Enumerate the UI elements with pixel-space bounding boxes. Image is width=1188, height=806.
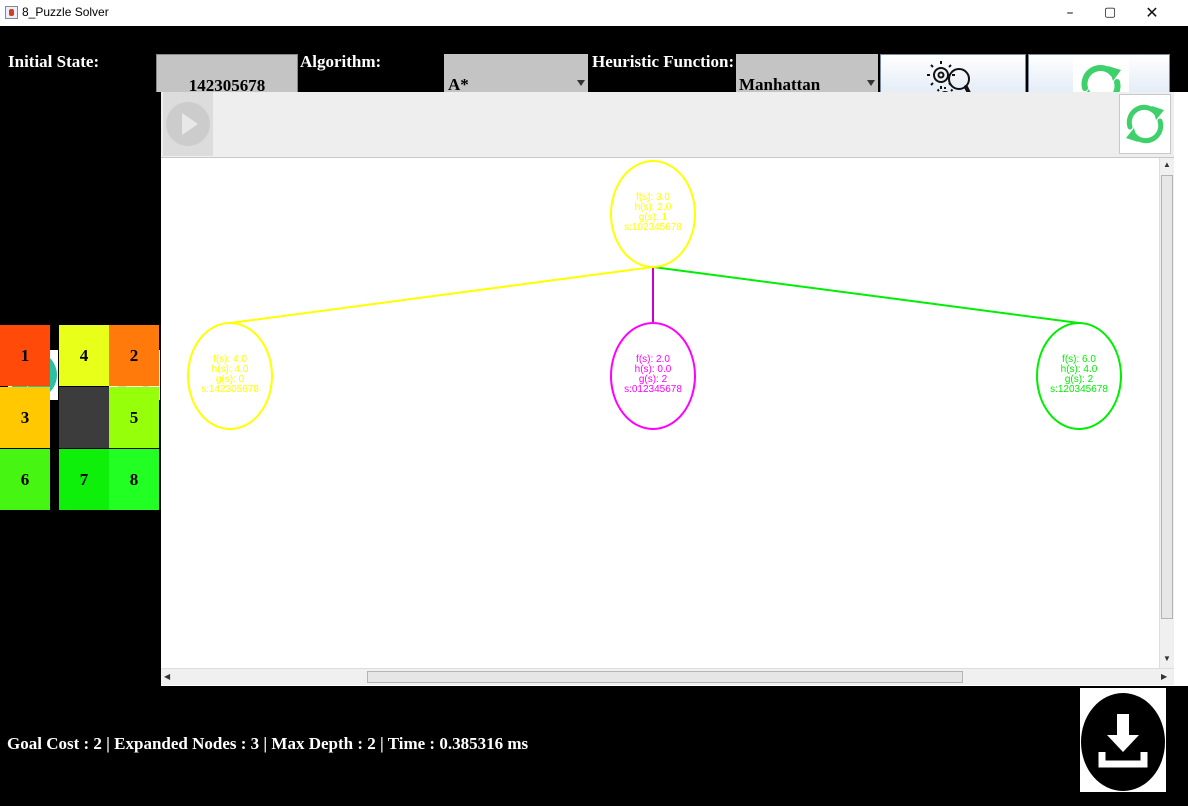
node-s-value: s:012345678 — [624, 384, 682, 395]
tree-edge-root-left — [229, 266, 654, 324]
scroll-left-icon[interactable]: ◀ — [164, 672, 170, 682]
search-tree-canvas: f(s): 3.0 h(s): 2.0 g(s): 1 s:102345678 f(s)… — [161, 158, 1159, 668]
left-panel: 14235678 — [0, 92, 161, 686]
scroll-down-icon[interactable]: ▼ — [1163, 654, 1171, 664]
puzzle-tile-1[interactable]: 1 — [0, 325, 50, 386]
refresh-icon — [1126, 104, 1164, 144]
tree-reset-button[interactable] — [1119, 94, 1171, 154]
tree-node-text: f(s): 6.0 h(s): 4.0 g(s): 2 s:120345678 — [1029, 355, 1129, 395]
java-app-icon — [5, 6, 18, 19]
download-button[interactable] — [1080, 688, 1166, 792]
play-icon — [166, 102, 210, 146]
tree-toolbar — [161, 92, 1174, 158]
puzzle-tile-7[interactable]: 7 — [59, 449, 109, 510]
tree-node-text: f(s): 2.0 h(s): 0.0 g(s): 2 s:012345678 — [603, 355, 703, 395]
top-toolbar: Initial State: 142305678 Algorithm: A* H… — [0, 26, 1188, 116]
scroll-right-icon[interactable]: ▶ — [1161, 672, 1167, 682]
puzzle-tile-2[interactable]: 2 — [109, 325, 159, 386]
close-button[interactable]: ✕ — [1132, 0, 1172, 26]
puzzle-tile-8[interactable]: 8 — [109, 449, 159, 510]
window-title: 8_Puzzle Solver — [22, 5, 109, 19]
tree-edge-root-right — [652, 266, 1080, 324]
download-icon — [1081, 693, 1165, 791]
title-bar: 8_Puzzle Solver – ▢ ✕ — [0, 0, 1188, 26]
puzzle-tile-3[interactable]: 3 — [0, 387, 50, 448]
puzzle-tile-6[interactable]: 6 — [0, 449, 50, 510]
maximize-button[interactable]: ▢ — [1090, 0, 1130, 26]
chevron-down-icon[interactable] — [867, 80, 875, 86]
algorithm-label: Algorithm: — [300, 52, 382, 71]
puzzle-tile-4[interactable]: 4 — [59, 325, 109, 386]
vertical-scroll-thumb[interactable] — [1161, 175, 1173, 619]
initial-state-label: Initial State: — [8, 52, 100, 71]
chevron-down-icon[interactable] — [577, 80, 585, 86]
heuristic-label: Heuristic Function: — [592, 52, 735, 71]
step-button[interactable] — [163, 92, 213, 156]
node-s-value: s:102345678 — [624, 222, 682, 233]
status-bar: Goal Cost : 2 | Expanded Nodes : 3 | Max… — [0, 686, 1188, 806]
horizontal-scroll-thumb[interactable] — [367, 671, 963, 683]
vertical-scrollbar[interactable]: ▲ ▼ — [1159, 158, 1174, 668]
node-s-value: s:120345678 — [1050, 384, 1108, 395]
puzzle-tile-5[interactable]: 5 — [109, 387, 159, 448]
horizontal-scrollbar[interactable]: ◀ ▶ — [161, 668, 1174, 685]
scroll-up-icon[interactable]: ▲ — [1163, 160, 1171, 170]
search-tree — [187, 160, 1122, 430]
puzzle-tile-blank[interactable] — [59, 387, 109, 448]
solution-stats: Goal Cost : 2 | Expanded Nodes : 3 | Max… — [7, 734, 529, 753]
minimize-button[interactable]: – — [1050, 0, 1090, 26]
tree-node-text: f(s): 4.0 h(s): 4.0 g(s): 0 s:142305678 — [180, 355, 280, 395]
node-s-value: s:142305678 — [201, 384, 259, 395]
tree-node-text: f(s): 3.0 h(s): 2.0 g(s): 1 s:102345678 — [603, 193, 703, 233]
